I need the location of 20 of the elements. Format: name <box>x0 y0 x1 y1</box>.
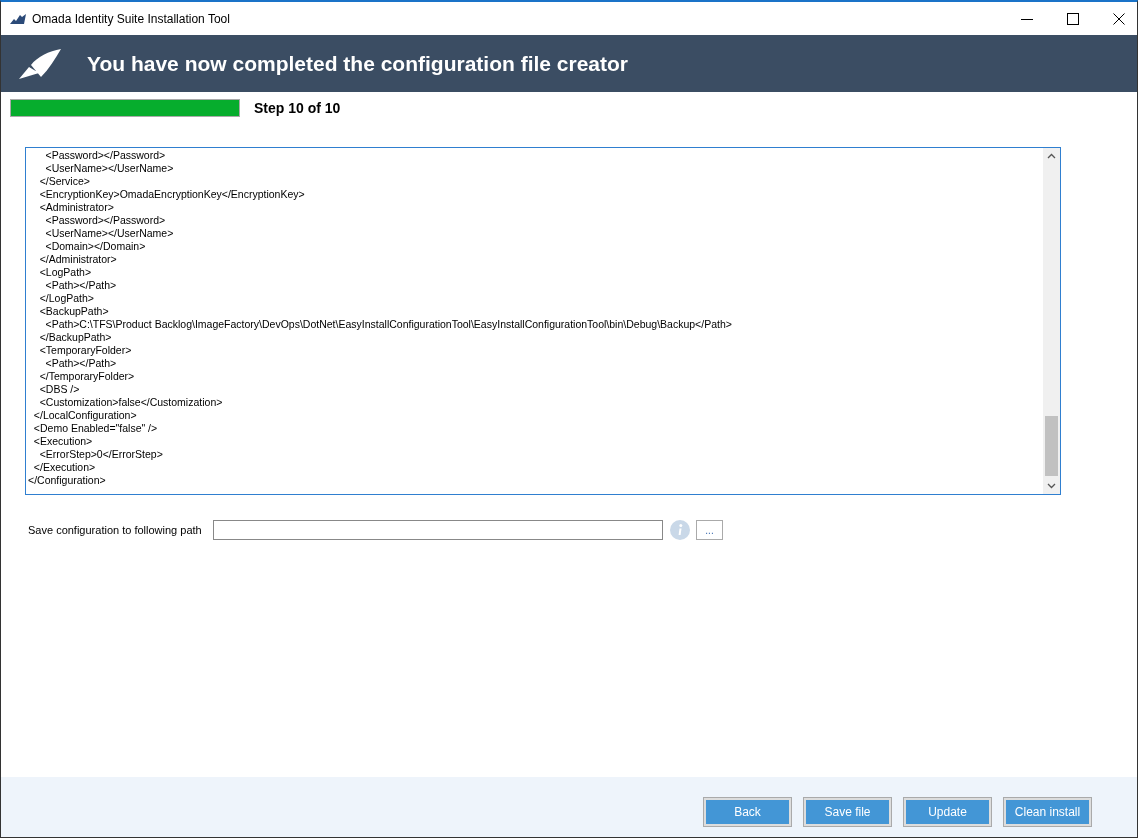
footer-button[interactable]: Save file <box>804 798 891 826</box>
scroll-down-icon[interactable] <box>1047 483 1056 489</box>
header-title: You have now completed the configuration file creator <box>87 51 629 76</box>
maximize-icon[interactable] <box>1067 12 1079 25</box>
scrollbar-thumb[interactable] <box>1045 416 1058 476</box>
save-path-label: Save configuration to following path <box>28 524 203 536</box>
xml-editor[interactable] <box>25 147 1061 495</box>
footer-button[interactable]: Update <box>904 798 991 826</box>
save-path-field[interactable] <box>213 520 663 540</box>
scrollbar[interactable] <box>1043 148 1060 494</box>
xml-text: <Password></Password> <UserName></UserName> </Service> <EncryptionKey>OmadaEncryptionKey</EncryptionKey> <Administrator> <Password></Password> <UserName></UserName> <Domain></Domain> </Administrator> <LogPath> <Path></Path> </LogPath> <BackupPath> <Path>C:\TFS\Product Backlog\ImageFactory\DevOps\DotNet\EasyInstallConfigurationTool\EasyInstallConfigurationTool\bin\Debug\Backup</Path> </BackupPath> <TemporaryFolder> <Path></Path> </TemporaryFolder> <DBS /> <Customization>false</Customization> </LocalConfiguration> <Demo Enabled="false" /> <Execution> <ErrorStep>0</ErrorStep> </Execution> </Configuration> <box>27 148 733 488</box>
logo-icon <box>10 13 26 24</box>
step-label: Step 10 of 10 <box>254 100 341 116</box>
close-icon[interactable] <box>1113 12 1125 25</box>
logo-icon <box>19 48 61 79</box>
browse-button[interactable]: ... <box>696 520 723 540</box>
footer-button[interactable]: Back <box>704 798 791 826</box>
footer-button[interactable]: Clean install <box>1004 798 1091 826</box>
window-title: Omada Identity Suite Installation Tool <box>32 11 230 26</box>
scroll-up-icon[interactable] <box>1047 153 1056 159</box>
